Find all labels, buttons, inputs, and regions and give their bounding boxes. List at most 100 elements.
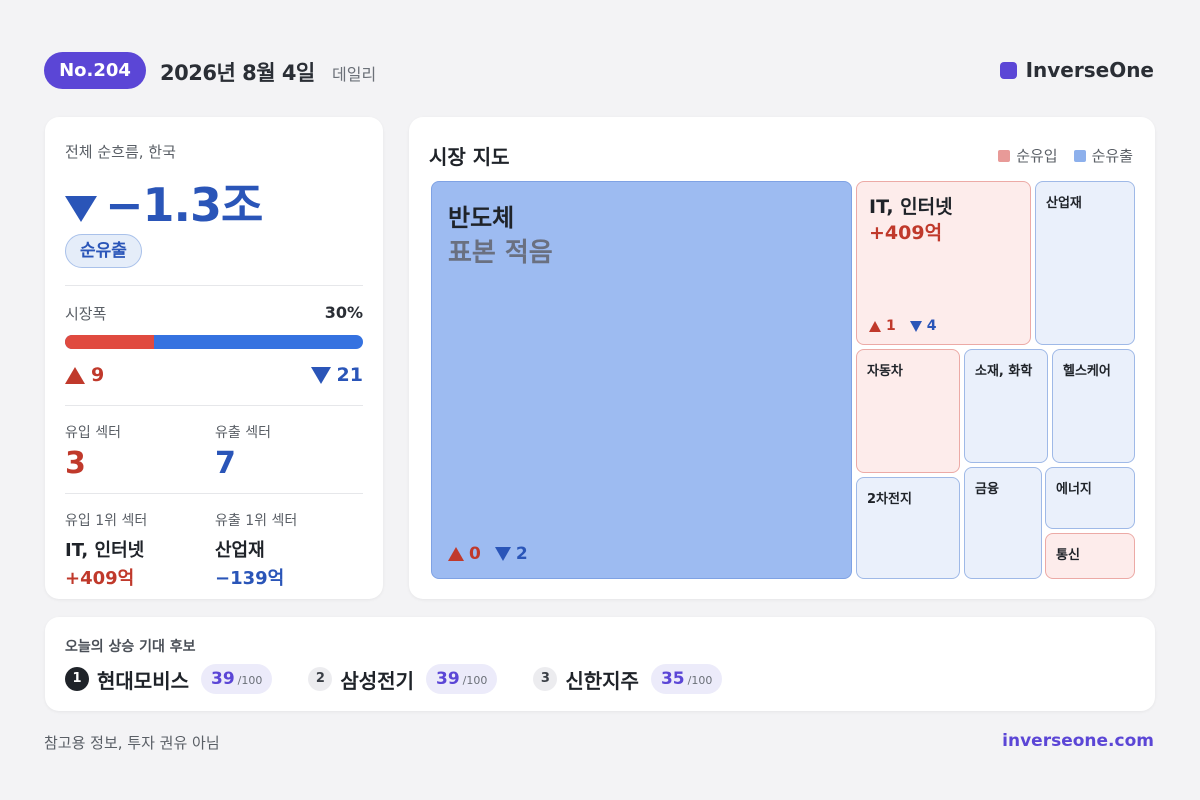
market-map-card: 시장 지도 순유입 순유출 반도체 표본 적음 0 2 IT, 인터넷 +409… xyxy=(409,117,1155,599)
breadth-label: 시장폭 xyxy=(65,305,107,323)
advancers-count: 9 xyxy=(65,364,104,386)
tile-note: 표본 적음 xyxy=(448,238,553,268)
legend-item-inflow: 순유입 xyxy=(998,145,1058,166)
net-flow: −1.3조 xyxy=(65,169,263,235)
tile-name: 통신 xyxy=(1056,548,1080,563)
tile-amount: +409억 xyxy=(869,222,943,244)
breadth-bar xyxy=(65,335,363,349)
frequency-label: 데일리 xyxy=(332,65,377,84)
inflow-sectors-label: 유입 섹터 xyxy=(65,425,121,441)
tile-name: 산업재 xyxy=(1046,196,1082,211)
tile-name: 반도체 xyxy=(448,204,515,232)
brand[interactable]: InverseOne xyxy=(999,58,1154,82)
top-inflow-label: 유입 1위 섹터 xyxy=(65,513,148,529)
divider xyxy=(65,405,363,406)
score-badge: 39 /100 xyxy=(201,664,273,694)
candidate-name: 삼성전기 xyxy=(340,668,414,693)
issue-badge: No.204 xyxy=(44,52,146,89)
candidate-item[interactable]: 1 현대모비스 39 /100 xyxy=(65,664,273,694)
score-max: /100 xyxy=(237,674,263,687)
outflow-sectors-stat: 유출 섹터 7 xyxy=(215,422,271,481)
net-flow-value: −1.3조 xyxy=(105,178,263,232)
breadth-bar-advancers xyxy=(65,335,155,349)
decliners-count: 21 xyxy=(310,364,363,386)
tile-name: IT, 인터넷 xyxy=(869,196,953,218)
triangle-up-icon xyxy=(448,547,464,561)
triangle-down-icon xyxy=(909,320,922,332)
tile-it-internet[interactable]: IT, 인터넷 +409억 1 4 xyxy=(856,181,1031,345)
summary-card: 전체 순흐름, 한국 −1.3조 순유출 시장폭 30% 9 21 유입 섹터 … xyxy=(45,117,383,599)
triangle-down-icon xyxy=(310,366,331,384)
market-map-legend: 순유입 순유출 xyxy=(998,145,1133,166)
legend-swatch-outflow xyxy=(1073,149,1086,162)
rank-badge: 2 xyxy=(308,667,333,691)
score-value: 39 xyxy=(211,669,235,689)
header: No.204 2026년 8월 4일 데일리 InverseOne xyxy=(44,52,1154,90)
tile-healthcare[interactable]: 헬스케어 xyxy=(1052,349,1135,463)
inflow-sectors-stat: 유입 섹터 3 xyxy=(65,422,121,481)
advancers-value: 9 xyxy=(91,364,105,386)
tile-name: 자동차 xyxy=(867,364,903,379)
tile-down-count: 2 xyxy=(494,544,528,564)
tile-up-value: 1 xyxy=(886,318,896,334)
tile-industrials[interactable]: 산업재 xyxy=(1035,181,1135,345)
rank-badge: 3 xyxy=(533,667,558,691)
brand-name: InverseOne xyxy=(1025,58,1154,82)
top-outflow-value: −139억 xyxy=(215,568,285,589)
candidate-name: 신한지주 xyxy=(565,668,639,693)
site-link[interactable]: inverseone.com xyxy=(1002,731,1154,751)
top-outflow-sector: 유출 1위 섹터 산업재 −139억 xyxy=(215,510,297,590)
score-value: 39 xyxy=(435,669,460,689)
tile-name: 금융 xyxy=(975,482,999,497)
outflow-sectors-label: 유출 섹터 xyxy=(215,425,271,441)
report-date: 2026년 8월 4일 xyxy=(160,61,315,85)
outflow-sectors-value: 7 xyxy=(215,446,236,481)
divider xyxy=(65,493,363,494)
triangle-up-icon xyxy=(65,366,85,384)
divider xyxy=(65,285,363,286)
score-badge: 35 /100 xyxy=(650,664,723,694)
tile-auto[interactable]: 자동차 xyxy=(856,349,960,473)
disclaimer: 참고용 정보, 투자 권유 아님 xyxy=(44,734,220,752)
triangle-down-icon xyxy=(494,547,511,561)
score-max: /100 xyxy=(687,674,713,687)
top-outflow-label: 유출 1위 섹터 xyxy=(215,513,298,529)
tile-up-count: 1 xyxy=(869,318,896,334)
tile-down-value: 4 xyxy=(926,318,937,334)
score-value: 35 xyxy=(660,669,685,689)
top-inflow-sector: 유입 1위 섹터 IT, 인터넷 +409억 xyxy=(65,510,147,590)
tile-counts: 0 2 xyxy=(448,544,528,564)
candidates-title: 오늘의 상승 기대 후보 xyxy=(65,639,196,655)
tile-name: 소재, 화학 xyxy=(975,364,1033,379)
candidates-list: 1 현대모비스 39 /100 2 삼성전기 39 /100 3 신한지주 35… xyxy=(65,664,723,694)
tile-name: 에너지 xyxy=(1056,482,1092,497)
legend-label-outflow: 순유출 xyxy=(1091,147,1133,165)
brand-logo-icon xyxy=(999,61,1017,79)
tile-materials[interactable]: 소재, 화학 xyxy=(964,349,1048,463)
net-flow-label: 전체 순흐름, 한국 xyxy=(65,143,176,161)
tile-semiconductor[interactable]: 반도체 표본 적음 0 2 xyxy=(431,181,852,579)
triangle-up-icon xyxy=(869,320,881,332)
candidate-item[interactable]: 2 삼성전기 39 /100 xyxy=(308,664,498,694)
tile-telecom[interactable]: 통신 xyxy=(1045,533,1135,579)
top-inflow-name: IT, 인터넷 xyxy=(65,540,145,561)
breadth-percent: 30% xyxy=(324,303,363,322)
tile-down-value: 2 xyxy=(515,544,528,564)
top-inflow-value: +409억 xyxy=(65,568,135,589)
tile-name: 헬스케어 xyxy=(1063,364,1111,379)
flow-status-badge: 순유출 xyxy=(65,234,142,268)
market-map-title: 시장 지도 xyxy=(429,145,510,169)
tile-up-count: 0 xyxy=(448,544,481,564)
candidate-name: 현대모비스 xyxy=(97,668,189,693)
tile-counts: 1 4 xyxy=(869,318,937,334)
tile-battery[interactable]: 2차전지 xyxy=(856,477,960,579)
candidates-card: 오늘의 상승 기대 후보 1 현대모비스 39 /100 2 삼성전기 39 /… xyxy=(45,617,1155,711)
score-max: /100 xyxy=(462,674,488,687)
tile-name: 2차전지 xyxy=(867,492,912,507)
tile-energy[interactable]: 에너지 xyxy=(1045,467,1135,529)
candidate-item[interactable]: 3 신한지주 35 /100 xyxy=(533,664,723,694)
decliners-value: 21 xyxy=(336,364,363,386)
triangle-down-icon xyxy=(65,196,97,222)
score-badge: 39 /100 xyxy=(425,664,498,694)
tile-finance[interactable]: 금융 xyxy=(964,467,1042,579)
